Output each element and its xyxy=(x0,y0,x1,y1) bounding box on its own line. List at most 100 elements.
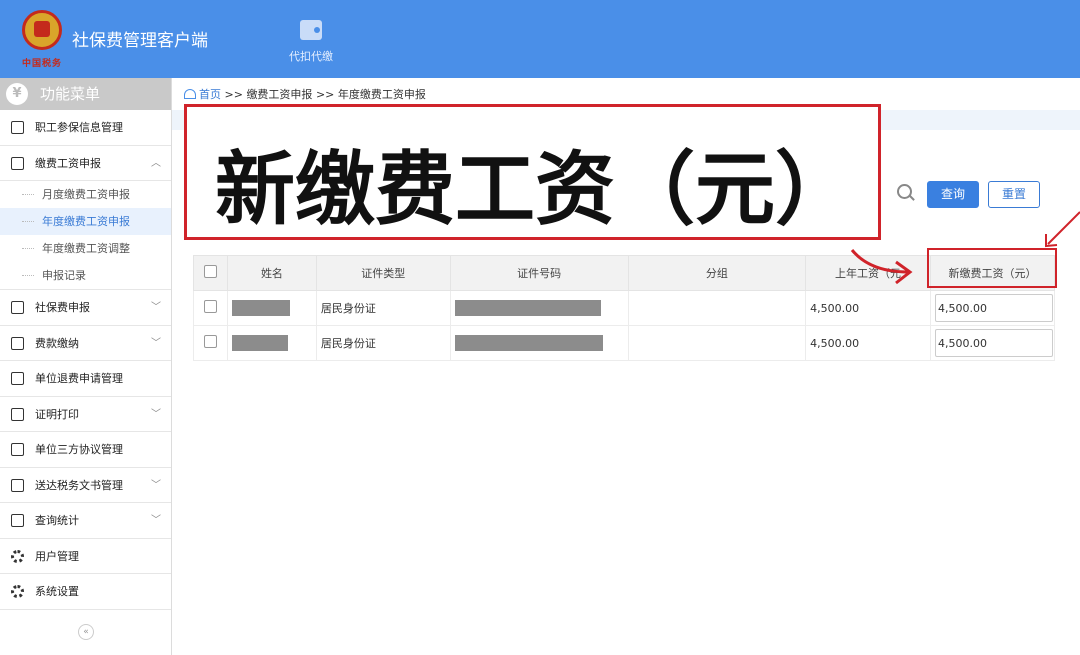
sidebar-subitem-annual-adjust[interactable]: 年度缴费工资调整 xyxy=(0,235,171,262)
sidebar-item-label: 送达税务文书管理 xyxy=(35,478,123,492)
chevron-up-icon: ︿ xyxy=(151,157,161,169)
submenu-wage-declaration: 月度缴费工资申报 年度缴费工资申报 年度缴费工资调整 申报记录 xyxy=(0,181,171,290)
group-cell xyxy=(627,290,807,326)
breadcrumb-level2: 年度缴费工资申报 xyxy=(337,88,426,101)
sidebar-subitem-records[interactable]: 申报记录 xyxy=(0,262,171,289)
book-icon xyxy=(11,443,24,456)
list-icon xyxy=(11,372,24,385)
sidebar-item-label: 单位退费申请管理 xyxy=(35,372,123,385)
new-wage-input[interactable] xyxy=(934,329,1053,357)
col-prev-wage: 上年工资（元 xyxy=(805,255,931,291)
col-name: 姓名 xyxy=(226,255,317,291)
wage-table: 姓名 证件类型 证件号码 分组 上年工资（元 新缴费工资（元） 居民身份证 4,… xyxy=(193,255,1056,361)
name-cell xyxy=(226,325,317,361)
book-icon xyxy=(11,336,24,350)
breadcrumb-home[interactable]: 首页 xyxy=(199,88,221,101)
home-icon xyxy=(184,89,196,99)
sidebar-item-users[interactable]: 用户管理 xyxy=(0,539,171,574)
annotation-arrow-head-2 xyxy=(1045,234,1058,248)
callout-text: 新缴费工资（元） xyxy=(215,143,855,236)
yen-icon: ¥ xyxy=(6,83,28,105)
breadcrumb-sep: >> xyxy=(224,88,243,101)
chart-icon xyxy=(11,514,24,527)
list-icon xyxy=(11,121,24,134)
breadcrumb: 首页 >> 缴费工资申报 >> 年度缴费工资申报 xyxy=(184,86,426,102)
doc-icon xyxy=(11,407,24,421)
app-header: 中国税务 社保费管理客户端 代扣代缴 xyxy=(0,0,1080,78)
annotation-callout: 新缴费工资（元） xyxy=(184,104,881,240)
sidebar-item-social-fee[interactable]: 社保费申报 ﹀ xyxy=(0,290,171,326)
chevron-down-icon: ﹀ xyxy=(151,515,161,526)
breadcrumb-level1: 缴费工资申报 xyxy=(246,88,313,101)
sidebar: ¥ 功能菜单 职工参保信息管理 缴费工资申报 ︿ 月度缴费工资申报 年度缴费工资… xyxy=(0,78,172,655)
sidebar-subitem-monthly[interactable]: 月度缴费工资申报 xyxy=(0,181,171,208)
chevron-down-icon: ﹀ xyxy=(151,479,161,491)
prev-wage-cell: 4,500.00 xyxy=(805,325,931,361)
wallet-icon xyxy=(300,20,322,40)
sidebar-header: ¥ 功能菜单 xyxy=(0,78,171,110)
chevron-down-icon: ﹀ xyxy=(151,337,161,349)
app-title: 社保费管理客户端 xyxy=(72,31,208,51)
prev-wage-cell: 4,500.00 xyxy=(805,290,931,326)
row-checkbox[interactable] xyxy=(204,300,217,313)
gear-icon xyxy=(11,585,24,598)
logo-subtitle: 中国税务 xyxy=(22,59,63,69)
sidebar-item-certificate-print[interactable]: 证明打印 ﹀ xyxy=(0,397,171,432)
edit-icon xyxy=(11,156,24,170)
reset-button[interactable]: 重置 xyxy=(988,181,1040,208)
table-row: 居民身份证 4,500.00 xyxy=(193,325,1056,361)
sidebar-item-payment[interactable]: 费款缴纳 ﹀ xyxy=(0,326,171,361)
sidebar-item-employee-insurance[interactable]: 职工参保信息管理 xyxy=(0,110,171,146)
select-all-checkbox[interactable] xyxy=(203,265,217,278)
sidebar-item-label: 费款缴纳 xyxy=(35,336,79,350)
search-icon[interactable] xyxy=(897,184,912,199)
row-select-cell xyxy=(193,290,228,326)
new-wage-cell xyxy=(929,325,1056,361)
id-number-cell xyxy=(449,290,629,326)
annotation-arrow-diagonal xyxy=(1047,211,1080,245)
new-wage-cell xyxy=(929,290,1056,326)
sidebar-item-label: 证明打印 xyxy=(35,407,79,421)
redacted-id xyxy=(454,335,603,351)
table-header-row: 姓名 证件类型 证件号码 分组 上年工资（元 新缴费工资（元） xyxy=(193,255,1056,291)
id-type-cell: 居民身份证 xyxy=(315,290,451,326)
top-nav-label: 代扣代缴 xyxy=(289,50,333,63)
col-group: 分组 xyxy=(627,255,807,291)
redacted-id xyxy=(454,300,601,316)
sidebar-item-settings[interactable]: 系统设置 xyxy=(0,574,171,610)
id-type-cell: 居民身份证 xyxy=(315,325,451,361)
gear-icon xyxy=(11,549,24,563)
calendar-icon xyxy=(11,301,24,314)
sidebar-item-label: 缴费工资申报 xyxy=(35,156,101,170)
row-checkbox[interactable] xyxy=(204,335,217,348)
collapse-sidebar-icon[interactable]: « xyxy=(78,624,94,640)
sidebar-item-documents[interactable]: 送达税务文书管理 ﹀ xyxy=(0,468,171,503)
sidebar-item-label: 社保费申报 xyxy=(35,301,90,314)
table-row: 居民身份证 4,500.00 xyxy=(193,290,1056,326)
query-button[interactable]: 查询 xyxy=(927,181,979,208)
redacted-name xyxy=(231,335,288,351)
sidebar-item-statistics[interactable]: 查询统计 ﹀ xyxy=(0,503,171,539)
sidebar-item-label: 用户管理 xyxy=(35,549,79,563)
sidebar-title: 功能菜单 xyxy=(40,85,101,103)
name-cell xyxy=(226,290,317,326)
sidebar-item-wage-declaration[interactable]: 缴费工资申报 ︿ xyxy=(0,146,171,181)
select-all-cell xyxy=(193,255,228,291)
breadcrumb-sep: >> xyxy=(315,88,335,101)
chevron-down-icon: ﹀ xyxy=(151,302,161,313)
group-cell xyxy=(627,325,807,361)
sidebar-item-label: 单位三方协议管理 xyxy=(35,443,123,456)
col-id-number: 证件号码 xyxy=(449,255,629,291)
sidebar-item-refund[interactable]: 单位退费申请管理 xyxy=(0,361,171,397)
sidebar-subitem-annual[interactable]: 年度缴费工资申报 xyxy=(0,208,171,235)
new-wage-input[interactable] xyxy=(934,294,1053,322)
id-number-cell xyxy=(449,325,629,361)
tax-emblem-icon xyxy=(22,10,62,50)
row-select-cell xyxy=(193,325,228,361)
print-icon xyxy=(11,478,24,492)
annotation-highlight-box xyxy=(927,248,1057,288)
top-nav-withholding[interactable]: 代扣代缴 xyxy=(278,20,344,64)
sidebar-item-label: 查询统计 xyxy=(35,514,79,527)
sidebar-item-label: 系统设置 xyxy=(35,585,79,598)
sidebar-item-tripartite[interactable]: 单位三方协议管理 xyxy=(0,432,171,468)
